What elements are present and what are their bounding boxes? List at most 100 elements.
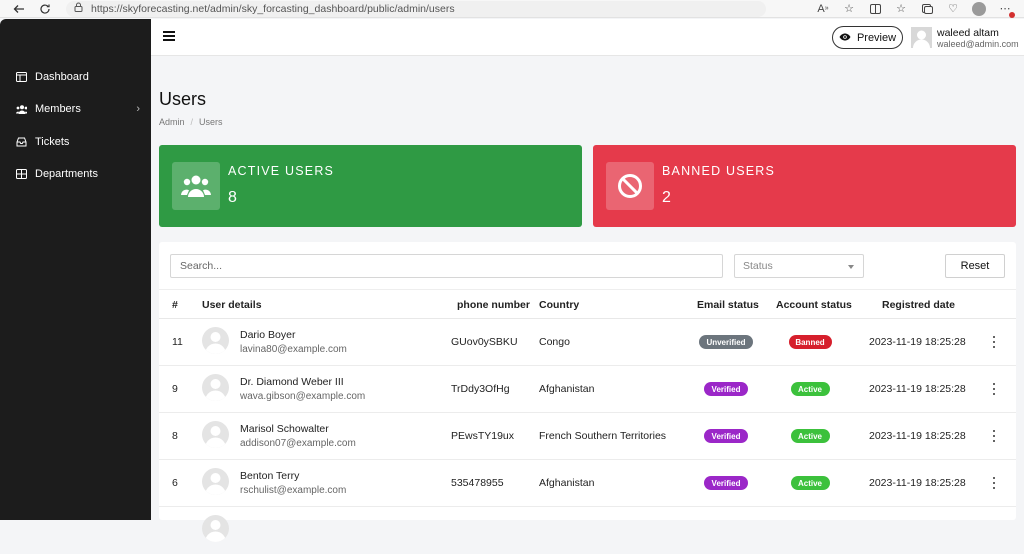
- registered-date: 2023-11-19 18:25:28: [869, 383, 966, 395]
- column-header-country: Country: [539, 299, 580, 311]
- users-table-panel: Status Reset # User details phone number…: [159, 242, 1016, 542]
- sidebar-item-label: Departments: [35, 168, 98, 180]
- user-email: waleed@admin.com: [937, 39, 1019, 49]
- users-icon: [172, 162, 220, 210]
- registered-date: 2023-11-19 18:25:28: [869, 430, 966, 442]
- search-input[interactable]: [170, 254, 723, 278]
- table-header: # User details phone number Country Emai…: [159, 289, 1016, 319]
- address-bar[interactable]: https://skyforecasting.net/admin/sky_for…: [66, 0, 766, 17]
- sidebar: Dashboard Members › Tickets Departments: [0, 19, 151, 520]
- user-name: Dario Boyer: [240, 329, 296, 341]
- phone-number: GUov0ySBKU: [451, 336, 518, 348]
- user-name: waleed altam: [937, 27, 999, 39]
- breadcrumb-separator: /: [190, 117, 194, 127]
- email-status-badge: Verified: [704, 429, 748, 443]
- sidebar-item-tickets[interactable]: Tickets: [16, 136, 140, 148]
- page-title: Users: [159, 89, 207, 109]
- user-email: rschulist@example.com: [240, 485, 347, 496]
- dashboard-icon: [16, 72, 27, 83]
- phone-number: 535478955: [451, 477, 504, 489]
- user-email: lavina80@example.com: [240, 344, 347, 355]
- grid-icon: [16, 169, 27, 180]
- user-email: wava.gibson@example.com: [240, 391, 366, 402]
- preview-label: Preview: [856, 31, 897, 44]
- phone-number: PEwsTY19ux: [451, 430, 515, 442]
- table-row[interactable]: 8 Marisol Schowalter addison07@example.com…: [159, 413, 1016, 460]
- user-email: addison07@example.com: [240, 438, 356, 449]
- column-header-user: User details: [202, 299, 262, 311]
- row-actions-icon[interactable]: [992, 336, 996, 348]
- browser-profile-avatar[interactable]: [972, 1, 986, 16]
- column-header-date: Registred date: [882, 299, 955, 311]
- country: Afghanistan: [539, 383, 595, 395]
- column-header-account-status: Account status: [776, 299, 852, 311]
- row-actions-icon[interactable]: [992, 477, 996, 489]
- avatar: [202, 327, 229, 354]
- table-row[interactable]: 11 Dario Boyer lavina80@example.com GUov0yS…: [159, 319, 1016, 366]
- read-aloud-icon[interactable]: A»: [816, 2, 830, 16]
- user-name: Dr. Diamond Weber III: [240, 376, 344, 388]
- banned-users-count: 2: [662, 189, 671, 206]
- avatar: [202, 421, 229, 448]
- banned-users-label: BANNED USERS: [662, 164, 776, 178]
- registered-date: 2023-11-19 18:25:28: [869, 336, 966, 348]
- active-users-label: ACTIVE USERS: [228, 164, 335, 178]
- url-text: https://skyforecasting.net/admin/sky_for…: [91, 2, 455, 15]
- favorites-icon[interactable]: ☆: [894, 2, 908, 16]
- avatar: [202, 515, 229, 542]
- table-row[interactable]: 6 Benton Terry rschulist@example.com 535478…: [159, 460, 1016, 507]
- extensions-icon[interactable]: ♡: [946, 2, 960, 16]
- country: Congo: [539, 336, 570, 348]
- avatar: [202, 374, 229, 401]
- row-id: 9: [172, 383, 178, 395]
- topbar: Preview waleed altam waleed@admin.com: [151, 19, 1024, 56]
- column-header-email-status: Email status: [697, 299, 759, 311]
- account-status-badge: Banned: [788, 335, 832, 349]
- banned-users-card: BANNED USERS 2: [593, 145, 1016, 227]
- email-status-badge: Verified: [704, 476, 748, 490]
- sidebar-item-members[interactable]: Members ›: [16, 103, 140, 115]
- menu-toggle-icon[interactable]: [163, 31, 175, 41]
- table-row[interactable]: [159, 507, 1016, 554]
- reset-button[interactable]: Reset: [945, 254, 1005, 278]
- more-menu-icon[interactable]: ⋯: [998, 2, 1015, 18]
- user-name: Benton Terry: [240, 470, 300, 482]
- row-actions-icon[interactable]: [992, 430, 996, 442]
- eye-icon: [839, 32, 851, 44]
- breadcrumb: Admin / Users: [159, 117, 223, 127]
- account-status-badge: Active: [790, 382, 830, 396]
- split-screen-icon[interactable]: [868, 2, 882, 16]
- status-select-value: Status: [743, 260, 773, 272]
- table-row[interactable]: 9 Dr. Diamond Weber III wava.gibson@exampl…: [159, 366, 1016, 413]
- column-header-id: #: [172, 299, 178, 311]
- favorite-star-icon[interactable]: ☆: [842, 2, 856, 16]
- sidebar-item-dashboard[interactable]: Dashboard: [16, 71, 140, 83]
- active-users-count: 8: [228, 189, 237, 206]
- preview-button[interactable]: Preview: [832, 26, 903, 49]
- avatar[interactable]: [911, 27, 932, 48]
- sidebar-item-label: Tickets: [35, 136, 70, 148]
- status-select[interactable]: Status: [734, 254, 864, 278]
- avatar: [202, 468, 229, 495]
- account-status-badge: Active: [790, 476, 830, 490]
- email-status-badge: Unverified: [699, 335, 753, 349]
- chevron-right-icon: ›: [136, 103, 140, 115]
- row-id: 6: [172, 477, 178, 489]
- inbox-icon: [16, 137, 27, 148]
- collections-icon[interactable]: [920, 2, 934, 16]
- breadcrumb-admin[interactable]: Admin: [159, 117, 185, 127]
- refresh-icon[interactable]: [38, 2, 52, 16]
- user-name: Marisol Schowalter: [240, 423, 329, 435]
- country: French Southern Territories: [539, 430, 667, 442]
- sidebar-item-departments[interactable]: Departments: [16, 168, 140, 180]
- browser-toolbar: https://skyforecasting.net/admin/sky_for…: [0, 0, 1024, 18]
- users-icon: [16, 104, 27, 115]
- breadcrumb-users: Users: [199, 117, 223, 127]
- sidebar-item-label: Dashboard: [35, 71, 89, 83]
- sidebar-item-label: Members: [35, 103, 81, 115]
- row-actions-icon[interactable]: [992, 383, 996, 395]
- active-users-card: ACTIVE USERS 8: [159, 145, 582, 227]
- back-icon[interactable]: [12, 2, 26, 16]
- column-header-phone: phone number: [457, 299, 530, 311]
- country: Afghanistan: [539, 477, 595, 489]
